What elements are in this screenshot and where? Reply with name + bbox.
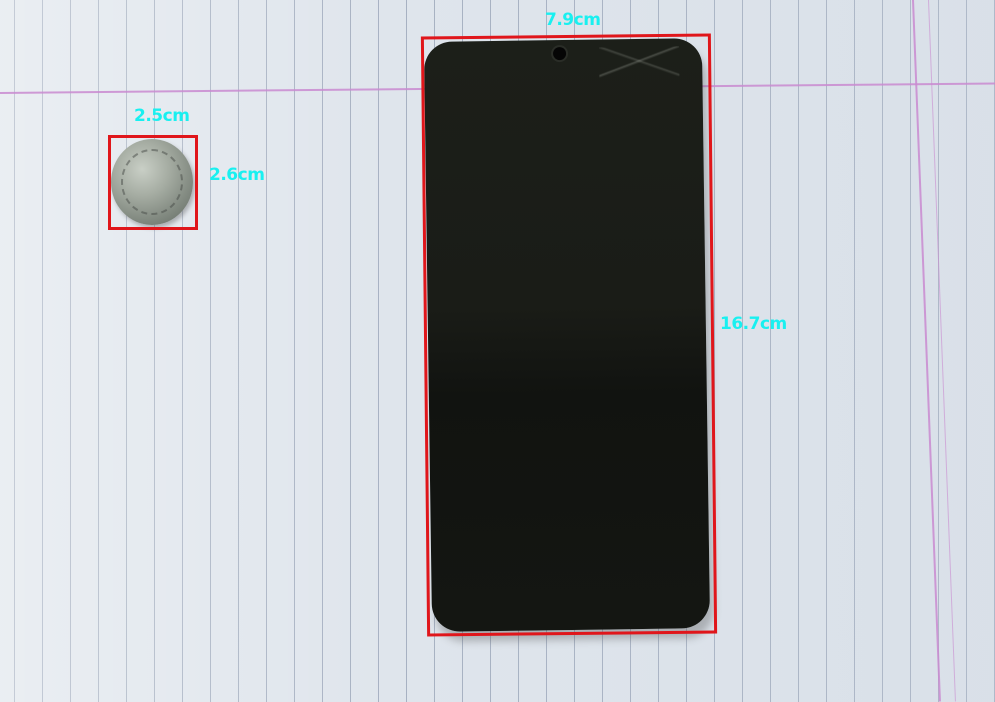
coin-height-label: 2.6cm	[209, 165, 265, 185]
coin-bounding-box	[108, 135, 198, 230]
phone-height-label: 16.7cm	[720, 314, 787, 334]
paper-margin-line-vertical-secondary	[928, 0, 956, 702]
phone-width-label: 7.9cm	[545, 10, 601, 30]
coin-width-label: 2.5cm	[134, 106, 190, 126]
photo-scene: 2.5cm 2.6cm 7.9cm 16.7cm	[0, 0, 995, 702]
paper-margin-line-vertical	[912, 0, 941, 702]
phone-bounding-box	[420, 33, 718, 637]
